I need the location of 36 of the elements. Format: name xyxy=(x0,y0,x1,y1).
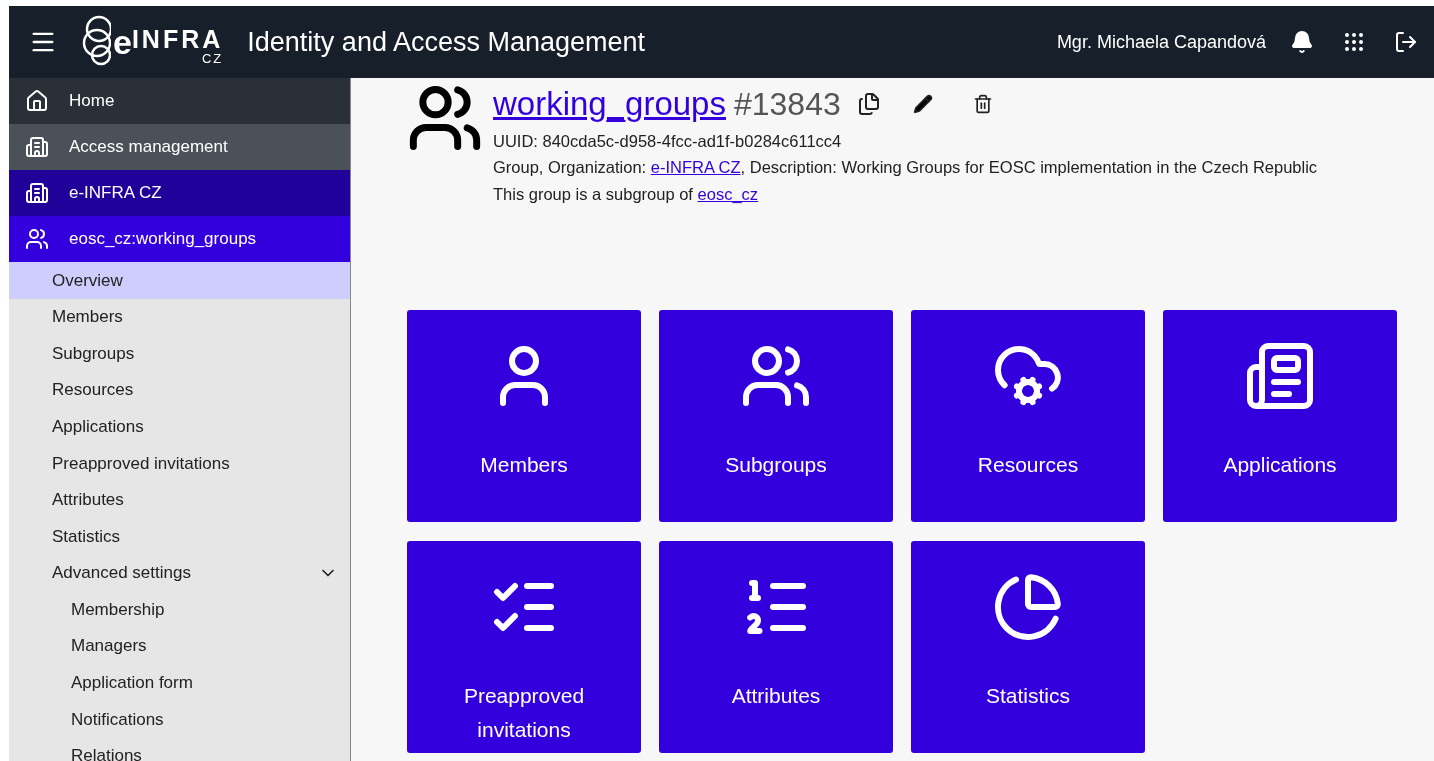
app-title: Identity and Access Management xyxy=(247,25,646,59)
user-name[interactable]: Mgr. Michaela Capandová xyxy=(1056,28,1266,56)
building-icon xyxy=(25,135,49,159)
navigation-tile[interactable]: Statistics xyxy=(911,541,1145,753)
users-icon xyxy=(25,227,49,251)
sidebar-nav-item[interactable]: Home xyxy=(9,78,350,124)
building-icon xyxy=(25,181,49,205)
pie-chart-icon xyxy=(992,571,1064,643)
logout-icon[interactable] xyxy=(1394,30,1418,54)
navigation-tile[interactable]: Applications xyxy=(1163,310,1397,522)
parent-group-link[interactable]: eosc_cz xyxy=(697,185,759,203)
group-uuid: UUID: 840cda5c-d958-4fcc-ad1f-b0284c611cc4 xyxy=(493,131,843,152)
logo-text: INFRA xyxy=(131,27,224,52)
bell-icon[interactable] xyxy=(1290,30,1314,54)
sidebar-nav-item[interactable]: Access management xyxy=(9,124,350,170)
navigation-tile[interactable]: Attributes xyxy=(659,541,893,753)
parent-group-text: This group is a subgroup of eosc_cz xyxy=(493,184,760,205)
grid-icon[interactable] xyxy=(1342,30,1366,54)
group-id: #13843 xyxy=(733,85,841,124)
logo-letter: e xyxy=(113,25,132,59)
group-description: Group, Organization: e-INFRA CZ, Description: Working Groups for EOSC implementation in the Czech Republic xyxy=(493,157,1318,178)
document-stack-icon xyxy=(1244,340,1316,412)
sidebar-menu-item[interactable]: Overview xyxy=(9,262,350,299)
group-name-link[interactable]: working_groups xyxy=(493,79,726,129)
navigation-tile[interactable]: Resources xyxy=(911,310,1145,522)
edit-icon[interactable] xyxy=(912,94,933,114)
organization-link[interactable]: e-INFRA CZ xyxy=(650,158,741,176)
copy-icon[interactable] xyxy=(856,92,881,116)
navigation-tile[interactable]: Preapproved invitations xyxy=(407,541,641,753)
sidebar-nav-item[interactable]: e-INFRA CZ xyxy=(9,170,350,216)
navigation-tile[interactable]: Subgroups xyxy=(659,310,893,522)
navigation-tile[interactable]: Members xyxy=(407,310,641,522)
sidebar-nav-item[interactable]: eosc_cz:working_groups xyxy=(9,216,350,262)
delete-icon[interactable] xyxy=(972,94,993,114)
home-icon xyxy=(25,89,49,113)
logo-country: CZ xyxy=(201,52,224,65)
